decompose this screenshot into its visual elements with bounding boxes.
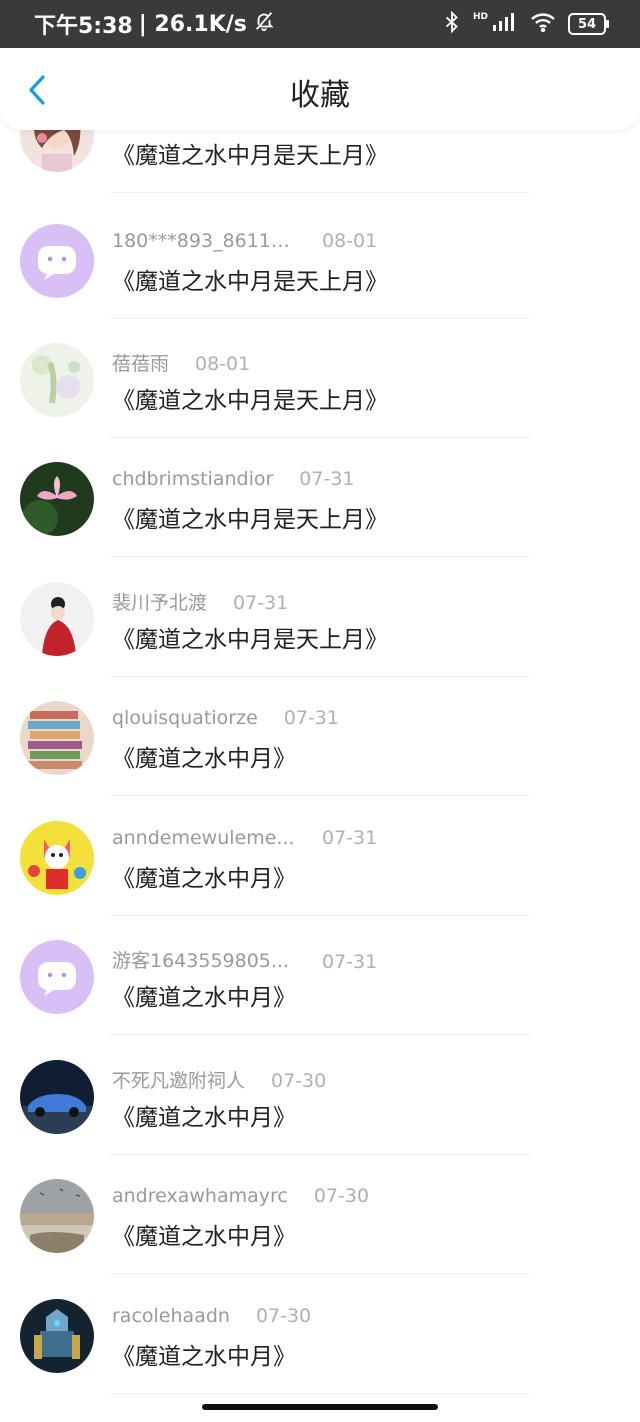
hd-badge: HD — [472, 12, 488, 22]
list-item[interactable]: andrexawhamayrc 07-30 《魔道之水中月》 — [0, 1155, 640, 1274]
item-meta: 游客1643559805... 07-31 — [112, 946, 377, 973]
book-title[interactable]: 《魔道之水中月》 — [112, 739, 296, 773]
date: 07-31 — [283, 707, 339, 729]
list-item[interactable]: 不死凡邀附祠人 07-30 《魔道之水中月》 — [0, 1036, 640, 1155]
avatar[interactable] — [20, 1179, 94, 1253]
avatar[interactable] — [20, 224, 94, 298]
username: qlouisquatiorze — [112, 707, 258, 729]
page-title: 收藏 — [290, 78, 350, 113]
avatar[interactable] — [20, 1060, 94, 1134]
username: 180***893_86111... — [112, 230, 296, 252]
date: 07-30 — [255, 1305, 312, 1327]
list-item[interactable]: anndemewuleme... 07-31 《魔道之水中月》 — [0, 797, 640, 916]
item-meta: chdbrimstiandior 07-31 — [112, 468, 355, 490]
battery-icon: 54 — [568, 13, 609, 35]
avatar[interactable] — [20, 701, 94, 775]
item-meta: qlouisquatiorze 07-31 — [112, 707, 339, 729]
status-right: HD 54 — [443, 10, 609, 37]
item-meta: andrexawhamayrc 07-30 — [112, 1185, 369, 1207]
list-item[interactable]: chdbrimstiandior 07-31 《魔道之水中月是天上月》 — [0, 438, 640, 557]
list-item[interactable]: 蓓蓓雨 08-01 《魔道之水中月是天上月》 — [0, 319, 640, 438]
divider — [110, 556, 530, 557]
item-meta: 180***893_86111... 08-01 — [112, 230, 377, 252]
username: 不死凡邀附祠人 — [112, 1070, 246, 1092]
date: 07-30 — [313, 1185, 370, 1207]
book-title[interactable]: 《魔道之水中月是天上月》 — [112, 381, 388, 415]
list-item[interactable]: racolehaadn 07-30 《魔道之水中月》 — [0, 1275, 640, 1394]
nav-bar: 收藏 — [0, 48, 640, 130]
username: 裴川予北渡 — [112, 592, 208, 614]
book-title[interactable]: 《魔道之水中月是天上月》 — [112, 262, 388, 296]
book-title[interactable]: 《魔道之水中月》 — [112, 1217, 296, 1251]
date: 08-01 — [195, 353, 251, 375]
signal-icon — [492, 12, 518, 36]
book-title[interactable]: 《魔道之水中月》 — [112, 978, 296, 1012]
item-meta: racolehaadn 07-30 — [112, 1305, 311, 1327]
list-item[interactable]: 180***893_86111... 08-01 《魔道之水中月是天上月》 — [0, 200, 640, 319]
book-title[interactable]: 《魔道之水中月是天上月》 — [112, 500, 388, 534]
avatar[interactable] — [20, 462, 94, 536]
date: 07-31 — [322, 951, 378, 973]
date: 07-31 — [233, 592, 289, 614]
book-title[interactable]: 《魔道之水中月》 — [112, 1337, 296, 1371]
book-title[interactable]: 《魔道之水中月是天上月》 — [112, 620, 388, 654]
book-title[interactable]: 《魔道之水中月是天上月》 — [112, 136, 388, 170]
wifi-icon — [530, 12, 556, 36]
date: 08-01 — [322, 230, 378, 252]
list-item[interactable]: qlouisquatiorze 07-31 《魔道之水中月》 — [0, 677, 640, 796]
username: racolehaadn — [112, 1305, 230, 1327]
status-bar: 下午5:38 | 26.1K/s HD 54 — [0, 0, 640, 48]
username: 游客1643559805... — [112, 950, 290, 972]
item-meta: 不死凡邀附祠人 07-30 — [112, 1066, 326, 1093]
avatar[interactable] — [20, 1299, 94, 1373]
bluetooth-icon — [443, 10, 461, 37]
avatar[interactable] — [20, 343, 94, 417]
item-meta: 蓓蓓雨 08-01 — [112, 349, 250, 376]
divider — [110, 795, 530, 796]
username: chdbrimstiandior — [112, 468, 274, 490]
username: andrexawhamayrc — [112, 1185, 288, 1207]
username: anndemewuleme... — [112, 827, 295, 849]
book-title[interactable]: 《魔道之水中月》 — [112, 1098, 296, 1132]
item-meta: 裴川予北渡 07-31 — [112, 588, 288, 615]
home-indicator[interactable] — [202, 1404, 438, 1410]
divider — [110, 1034, 530, 1035]
divider — [110, 192, 530, 193]
status-time: 下午5:38 — [34, 14, 133, 39]
avatar[interactable] — [20, 821, 94, 895]
item-meta: anndemewuleme... 07-31 — [112, 827, 377, 849]
book-title[interactable]: 《魔道之水中月》 — [112, 859, 296, 893]
username: 蓓蓓雨 — [112, 353, 170, 375]
avatar[interactable] — [20, 582, 94, 656]
favorites-list: 《魔道之水中月是天上月》 180***893_86111... 08-01 《魔道… — [0, 100, 640, 1400]
date: 07-31 — [299, 468, 355, 490]
status-net-speed: | 26.1K/s — [138, 11, 247, 37]
bell-off-icon — [253, 10, 275, 38]
divider — [110, 1273, 530, 1274]
date: 07-31 — [322, 827, 378, 849]
divider — [110, 1393, 530, 1394]
list-item[interactable]: 游客1643559805... 07-31 《魔道之水中月》 — [0, 916, 640, 1035]
list-item[interactable]: 裴川予北渡 07-31 《魔道之水中月是天上月》 — [0, 558, 640, 677]
status-left: 下午5:38 | 26.1K/s — [34, 8, 275, 40]
avatar[interactable] — [20, 940, 94, 1014]
date: 07-30 — [271, 1070, 327, 1092]
